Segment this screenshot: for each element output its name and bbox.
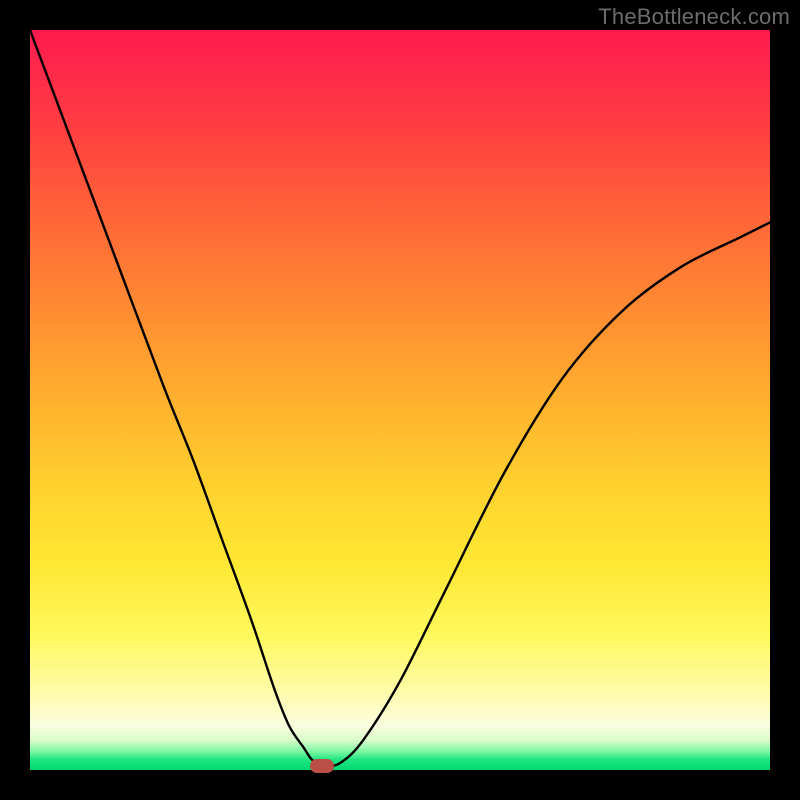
- curve-svg: [30, 30, 770, 770]
- watermark-text: TheBottleneck.com: [598, 4, 790, 30]
- chart-frame: TheBottleneck.com: [0, 0, 800, 800]
- min-marker: [310, 759, 334, 773]
- bottleneck-curve: [30, 30, 770, 766]
- plot-area: [30, 30, 770, 770]
